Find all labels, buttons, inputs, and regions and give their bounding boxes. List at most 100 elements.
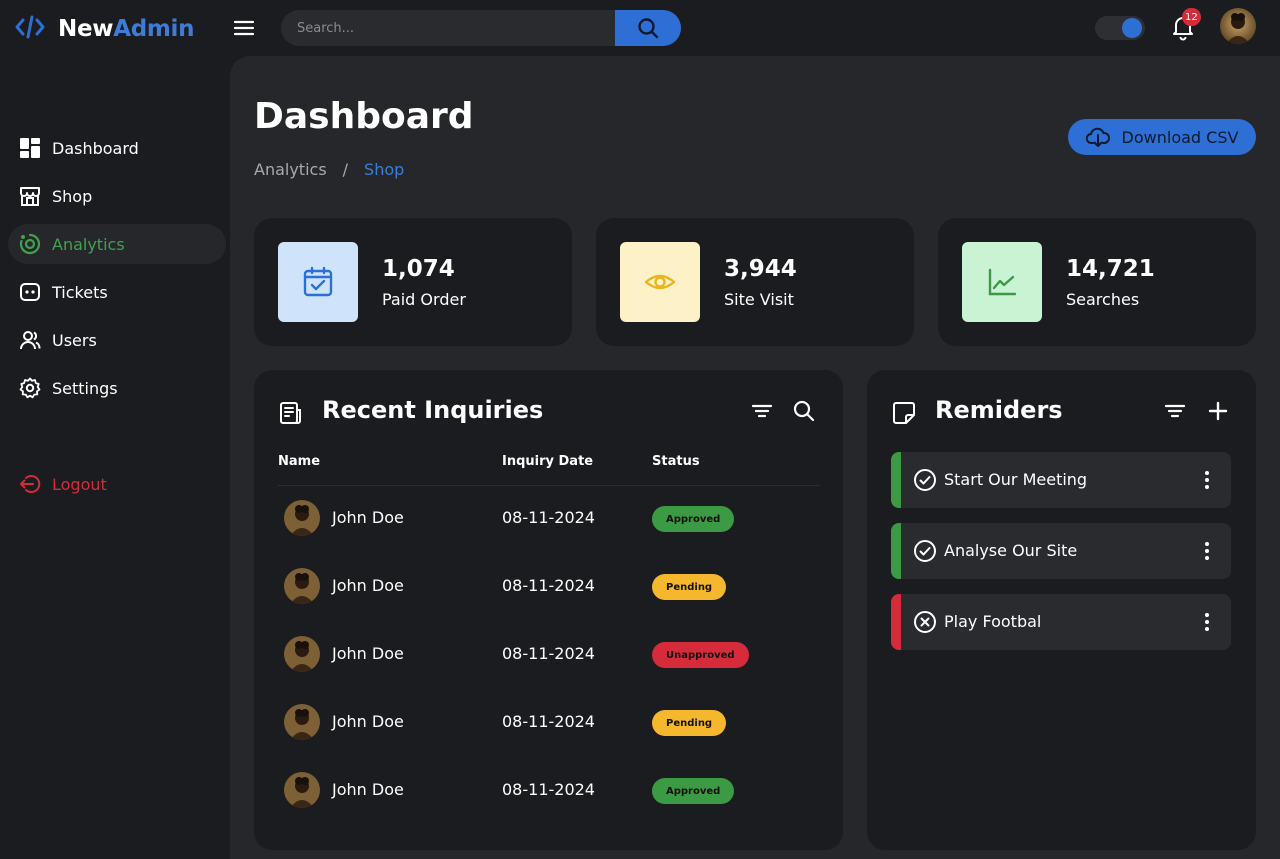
brand-name-part2: Admin bbox=[113, 16, 195, 42]
panel-title: Recent Inquiries bbox=[322, 396, 544, 424]
column-header-status[interactable]: Status bbox=[652, 454, 700, 469]
top-bar: NewAdmin 12 bbox=[0, 0, 1280, 56]
sidebar-item-label: Tickets bbox=[52, 282, 108, 302]
brand-logo[interactable]: NewAdmin bbox=[14, 12, 195, 46]
status-badge: Unapproved bbox=[652, 642, 749, 668]
row-name: John Doe bbox=[332, 576, 404, 595]
reminder-item[interactable]: Start Our Meeting bbox=[891, 452, 1231, 508]
reminder-text: Start Our Meeting bbox=[944, 470, 1088, 489]
sidebar-item-label: Analytics bbox=[52, 234, 125, 254]
stat-value: 3,944 bbox=[724, 256, 797, 282]
stat-value: 14,721 bbox=[1066, 256, 1155, 282]
filter-icon bbox=[1164, 404, 1186, 418]
notifications-button[interactable]: 12 bbox=[1168, 8, 1201, 42]
trend-chart-icon bbox=[962, 242, 1042, 322]
users-icon bbox=[18, 328, 42, 352]
avatar bbox=[284, 500, 320, 536]
check-circle-icon[interactable] bbox=[913, 539, 937, 563]
check-circle-icon[interactable] bbox=[913, 468, 937, 492]
row-date: 08-11-2024 bbox=[502, 644, 595, 663]
avatar bbox=[284, 636, 320, 672]
more-vertical-icon[interactable] bbox=[1195, 610, 1219, 634]
sidebar-item-shop[interactable]: Shop bbox=[8, 176, 226, 216]
reminder-item[interactable]: Play Footbal bbox=[891, 594, 1231, 650]
sidebar-item-users[interactable]: Users bbox=[8, 320, 226, 360]
table-row[interactable]: John Doe 08-11-2024 Unapproved bbox=[278, 622, 820, 690]
filter-button[interactable] bbox=[749, 398, 775, 424]
analytics-icon bbox=[18, 232, 42, 256]
filter-button[interactable] bbox=[1162, 398, 1188, 424]
download-csv-button[interactable]: Download CSV bbox=[1068, 119, 1256, 155]
more-vertical-icon[interactable] bbox=[1195, 539, 1219, 563]
search-bar bbox=[281, 10, 681, 46]
breadcrumb-item-analytics[interactable]: Analytics bbox=[254, 160, 327, 179]
plus-icon bbox=[1208, 401, 1228, 421]
search-icon bbox=[638, 18, 659, 39]
sidebar-item-dashboard[interactable]: Dashboard bbox=[8, 128, 226, 168]
status-badge: Approved bbox=[652, 506, 735, 532]
sidebar-item-analytics[interactable]: Analytics bbox=[8, 224, 226, 264]
avatar bbox=[284, 568, 320, 604]
sidebar-item-label: Shop bbox=[52, 186, 93, 206]
sticky-note-icon bbox=[891, 400, 917, 426]
ticket-icon bbox=[18, 280, 42, 304]
status-badge: Pending bbox=[652, 574, 727, 600]
sidebar-item-label: Dashboard bbox=[52, 138, 139, 158]
stat-card-site-visit: 3,944 Site Visit bbox=[596, 218, 914, 346]
reminder-status-bar bbox=[891, 452, 901, 508]
code-icon bbox=[14, 12, 46, 46]
x-circle-icon[interactable] bbox=[913, 610, 937, 634]
search-icon bbox=[793, 400, 815, 422]
logout-button[interactable]: Logout bbox=[8, 464, 226, 504]
reminder-status-bar bbox=[891, 523, 901, 579]
logout-icon bbox=[18, 472, 42, 496]
row-date: 08-11-2024 bbox=[502, 508, 595, 527]
row-date: 08-11-2024 bbox=[502, 780, 595, 799]
sidebar-item-label: Users bbox=[52, 330, 97, 350]
brand-name-part1: New bbox=[58, 16, 114, 42]
search-input[interactable] bbox=[281, 10, 615, 46]
more-vertical-icon[interactable] bbox=[1195, 468, 1219, 492]
avatar bbox=[284, 704, 320, 740]
reminder-status-bar bbox=[891, 594, 901, 650]
row-name: John Doe bbox=[332, 712, 404, 731]
breadcrumb-item-shop[interactable]: Shop bbox=[364, 160, 404, 179]
reminder-item[interactable]: Analyse Our Site bbox=[891, 523, 1231, 579]
download-csv-label: Download CSV bbox=[1121, 127, 1239, 147]
table-row[interactable]: John Doe 08-11-2024 Pending bbox=[278, 554, 820, 622]
status-badge: Approved bbox=[652, 778, 735, 804]
search-button[interactable] bbox=[615, 10, 681, 46]
row-date: 08-11-2024 bbox=[502, 576, 595, 595]
column-header-name[interactable]: Name bbox=[278, 454, 320, 469]
sidebar-item-tickets[interactable]: Tickets bbox=[8, 272, 226, 312]
reminder-text: Play Footbal bbox=[944, 612, 1042, 631]
eye-icon bbox=[620, 242, 700, 322]
stat-label: Paid Order bbox=[382, 290, 466, 309]
user-avatar[interactable] bbox=[1220, 8, 1256, 44]
brand-name: NewAdmin bbox=[58, 16, 195, 42]
toggle-knob bbox=[1122, 18, 1142, 38]
reminders-panel: Remiders Start Our Meeting Analyse Our S… bbox=[867, 370, 1256, 850]
gear-icon bbox=[18, 376, 42, 400]
recent-inquiries-panel: Recent Inquiries Name Inquiry Date Statu… bbox=[254, 370, 843, 850]
column-header-date[interactable]: Inquiry Date bbox=[502, 454, 593, 469]
row-date: 08-11-2024 bbox=[502, 712, 595, 731]
avatar bbox=[284, 772, 320, 808]
table-row[interactable]: John Doe 08-11-2024 Approved bbox=[278, 486, 820, 554]
theme-toggle[interactable] bbox=[1095, 16, 1145, 40]
hamburger-menu-icon[interactable] bbox=[232, 16, 256, 40]
sidebar-item-label: Settings bbox=[52, 378, 118, 398]
main-content: Dashboard Analytics / Shop Download CSV … bbox=[230, 56, 1280, 859]
table-row[interactable]: John Doe 08-11-2024 Approved bbox=[278, 758, 820, 826]
page-title: Dashboard bbox=[254, 96, 474, 137]
logout-label: Logout bbox=[52, 474, 107, 494]
sidebar-item-settings[interactable]: Settings bbox=[8, 368, 226, 408]
panel-title: Remiders bbox=[935, 396, 1063, 424]
search-table-button[interactable] bbox=[791, 398, 817, 424]
table-row[interactable]: John Doe 08-11-2024 Pending bbox=[278, 690, 820, 758]
filter-icon bbox=[751, 404, 773, 418]
row-name: John Doe bbox=[332, 508, 404, 527]
add-reminder-button[interactable] bbox=[1205, 398, 1231, 424]
row-name: John Doe bbox=[332, 780, 404, 799]
cloud-download-icon bbox=[1085, 127, 1110, 147]
